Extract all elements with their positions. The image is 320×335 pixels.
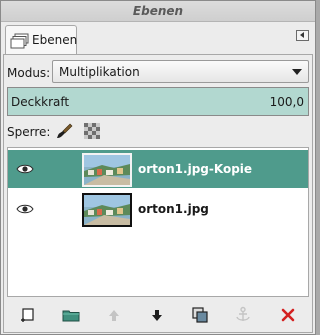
lock-label: Sperre: (7, 125, 51, 139)
layer-thumbnail (82, 153, 132, 187)
opacity-value: 100,0 (269, 95, 304, 109)
new-layer-group-icon[interactable] (60, 305, 82, 325)
layers-dialog: Ebenen Ebenen Modus: Multiplikation Deck… (0, 0, 316, 335)
eye-icon[interactable] (16, 203, 34, 218)
delete-layer-icon[interactable] (277, 305, 299, 325)
opacity-slider[interactable]: Deckkraft 100,0 (7, 87, 309, 116)
tab-menu-button[interactable] (296, 30, 309, 41)
layer-row[interactable]: orton1.jpg (8, 190, 308, 228)
anchor-layer-icon[interactable] (232, 305, 254, 325)
lock-pixels-icon[interactable] (56, 122, 74, 143)
mode-label: Modus: (7, 66, 51, 80)
window-title: Ebenen (1, 1, 315, 22)
raise-layer-icon[interactable] (103, 305, 125, 325)
new-layer-icon[interactable] (17, 305, 39, 325)
tab-layers[interactable]: Ebenen (5, 25, 77, 55)
layer-toolbar (7, 302, 309, 328)
eye-icon[interactable] (16, 163, 34, 178)
mode-value: Multiplikation (59, 65, 140, 79)
layer-name[interactable]: orton1.jpg (138, 202, 209, 216)
lock-alpha-icon[interactable] (84, 123, 100, 142)
opacity-label: Deckkraft (11, 95, 70, 109)
layer-thumbnail (82, 193, 132, 227)
layer-list: orton1.jpg-Kopie orton1.jpg (7, 147, 309, 297)
chevron-down-icon (292, 69, 302, 75)
tab-label: Ebenen (32, 33, 78, 47)
layer-row[interactable]: orton1.jpg-Kopie (8, 150, 308, 188)
tab-row: Ebenen (1, 21, 315, 55)
mode-dropdown[interactable]: Multiplikation (52, 60, 309, 83)
duplicate-layer-icon[interactable] (189, 305, 211, 325)
lower-layer-icon[interactable] (146, 305, 168, 325)
layer-name[interactable]: orton1.jpg-Kopie (138, 162, 252, 176)
layers-icon (10, 32, 30, 53)
